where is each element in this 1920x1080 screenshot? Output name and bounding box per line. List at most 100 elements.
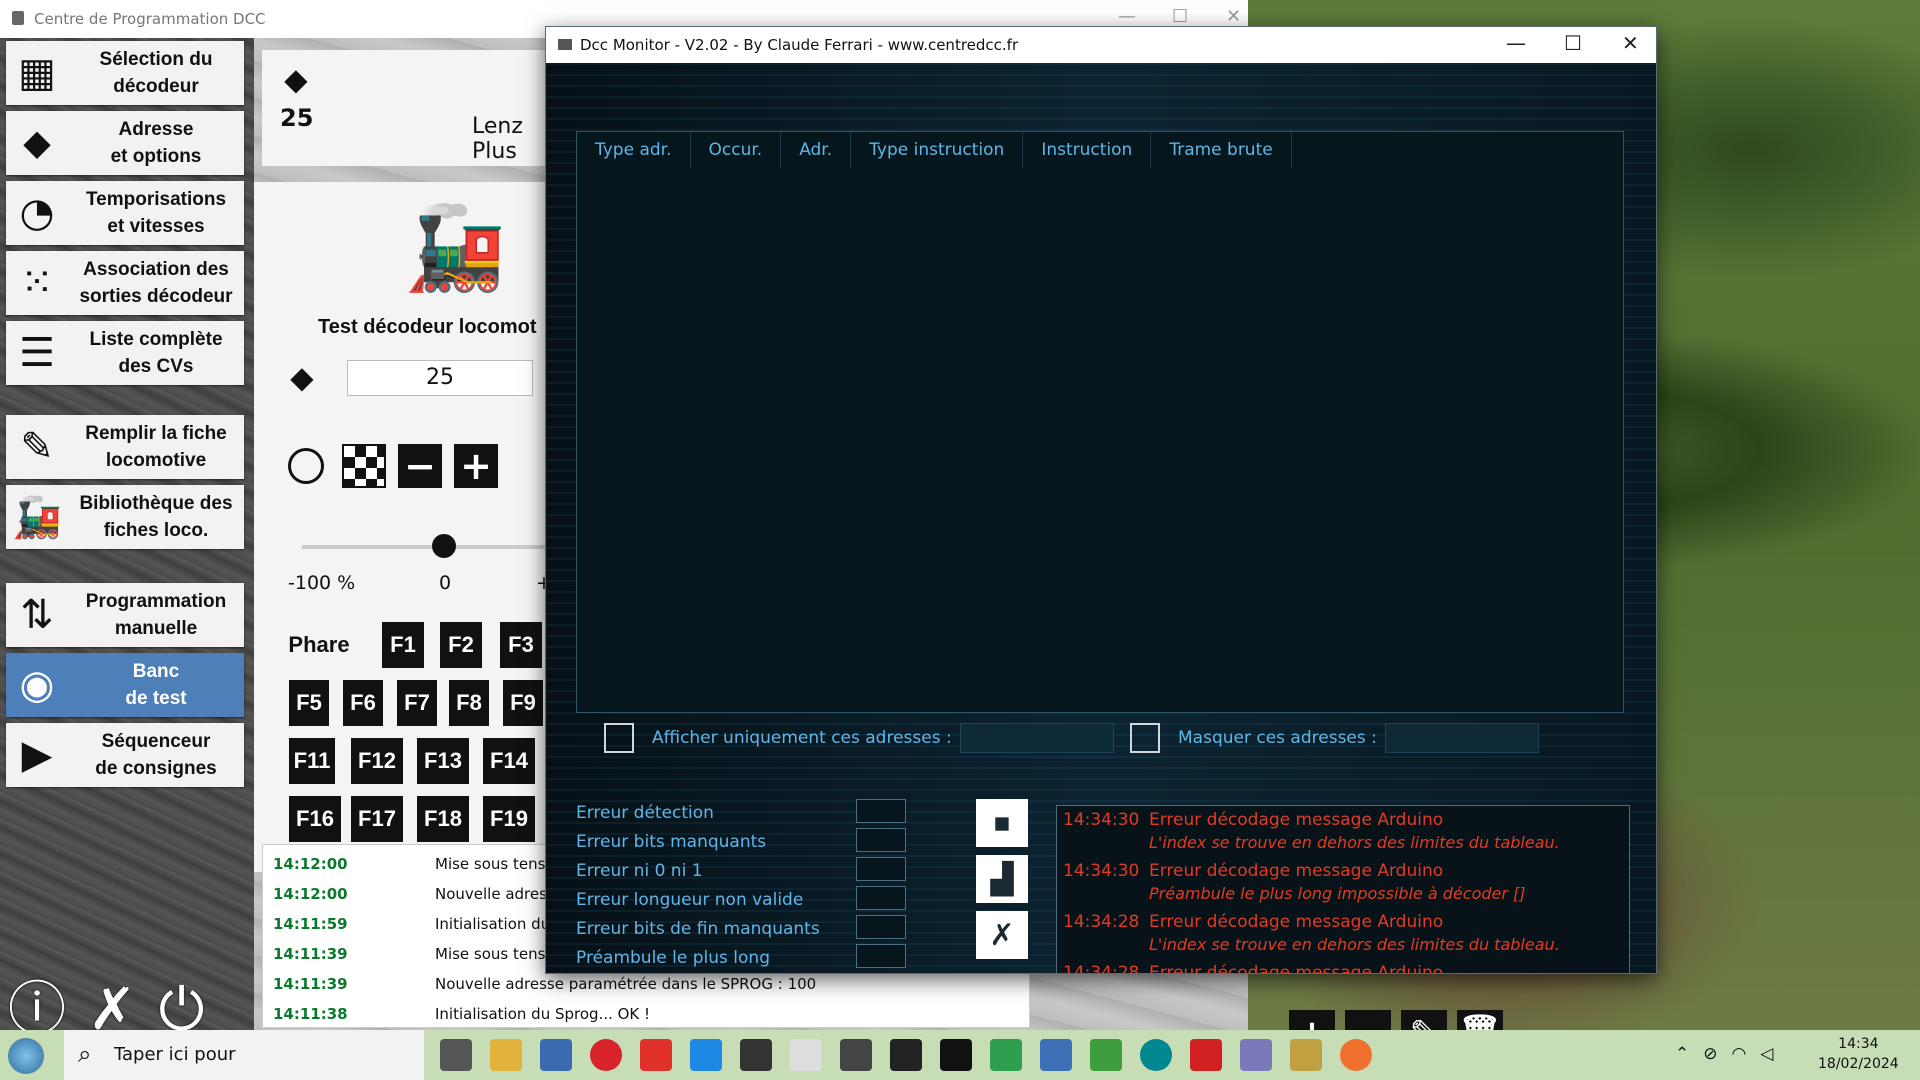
hide-input[interactable]: [1384, 723, 1539, 753]
column-header[interactable]: Trame brute: [1151, 132, 1292, 168]
locomotive-icon: 🚂: [404, 201, 507, 296]
checker-icon[interactable]: [342, 444, 386, 488]
chip-app-icon[interactable]: [890, 1039, 922, 1071]
opera-icon[interactable]: [590, 1039, 622, 1071]
nav-loco-sheet[interactable]: ✎ Remplir la fiche locomotive: [6, 415, 244, 479]
volume-icon[interactable]: ◁: [1760, 1044, 1773, 1064]
function-button[interactable]: F9: [503, 680, 543, 726]
app-icon[interactable]: [640, 1039, 672, 1071]
function-button[interactable]: F18: [417, 796, 469, 842]
function-button[interactable]: F1: [382, 622, 424, 668]
gauge-icon: ◉: [19, 662, 55, 708]
function-button[interactable]: F5: [289, 680, 329, 726]
function-button[interactable]: F14: [483, 738, 535, 784]
taskbar-apps: [440, 1039, 1372, 1071]
settings-button[interactable]: ✗: [976, 911, 1028, 959]
column-header[interactable]: Instruction: [1023, 132, 1152, 168]
function-button[interactable]: F13: [417, 738, 469, 784]
minimize-button[interactable]: —: [1118, 6, 1136, 27]
list-icon: ☰: [19, 330, 55, 376]
system-tray: ⌃ ⊘ ◠ ◁: [1675, 1044, 1773, 1064]
function-button[interactable]: F2: [440, 622, 482, 668]
current-address: 25: [280, 104, 314, 132]
show-only-input[interactable]: [959, 723, 1114, 753]
app-icon[interactable]: [1290, 1039, 1322, 1071]
show-only-checkbox[interactable]: [604, 723, 634, 753]
column-header[interactable]: Type adr.: [577, 132, 691, 168]
nav-test-bench[interactable]: ◉ Banc de test: [6, 653, 244, 717]
nav-manual-programming[interactable]: ⇅ Programmation manuelle: [6, 583, 244, 647]
task-view-icon[interactable]: [440, 1039, 472, 1071]
column-header[interactable]: Adr.: [781, 132, 852, 168]
app-icon[interactable]: [1040, 1039, 1072, 1071]
function-button[interactable]: F19: [483, 796, 535, 842]
hide-checkbox[interactable]: [1130, 723, 1160, 753]
start-button[interactable]: [8, 1038, 44, 1074]
message-log[interactable]: 14:34:30 Erreur décodage message Arduino …: [1056, 805, 1630, 973]
app-icon[interactable]: [690, 1039, 722, 1071]
app-icon[interactable]: [1190, 1039, 1222, 1071]
speed-slider-track[interactable]: [302, 545, 552, 549]
function-button[interactable]: F8: [449, 680, 489, 726]
packet-grid[interactable]: Type adr. Occur. Adr. Type instruction I…: [576, 131, 1624, 713]
taskbar-search[interactable]: ⌕ Taper ici pour: [64, 1030, 424, 1080]
control-row: − +: [288, 444, 498, 488]
plus-button[interactable]: +: [454, 444, 498, 488]
minus-button[interactable]: −: [398, 444, 442, 488]
monitor-title: Dcc Monitor - V2.02 - By Claude Ferrari …: [580, 36, 1019, 54]
nav-loco-library[interactable]: 🚂 Bibliothèque des fiches loco.: [6, 485, 244, 549]
column-header[interactable]: Occur.: [691, 132, 782, 168]
hide-filter: Masquer ces adresses :: [1130, 723, 1539, 753]
wifi-icon[interactable]: ◠: [1732, 1044, 1747, 1064]
nav-cv-list[interactable]: ☰ Liste complète des CVs: [6, 321, 244, 385]
app-icon[interactable]: [1340, 1039, 1372, 1071]
maximize-button[interactable]: ☐: [1172, 6, 1188, 27]
address-input[interactable]: 25: [347, 360, 533, 396]
speed-slider-handle[interactable]: [432, 534, 456, 558]
app-icon[interactable]: [1240, 1039, 1272, 1071]
spreadsheet-icon[interactable]: [990, 1039, 1022, 1071]
nav-sequencer[interactable]: ▶ Séquenceur de consignes: [6, 723, 244, 787]
app-icon[interactable]: [540, 1039, 572, 1071]
function-button[interactable]: F6: [343, 680, 383, 726]
error-counter-box: [856, 828, 906, 852]
clock-time: 14:34: [1838, 1036, 1879, 1052]
error-counter-box: [856, 915, 906, 939]
function-button[interactable]: F12: [351, 738, 403, 784]
error-counter-box: [856, 944, 906, 968]
error-label: Erreur ni 0 ni 1: [576, 861, 703, 881]
column-header[interactable]: Type instruction: [851, 132, 1024, 168]
stop-icon: ⏹: [994, 805, 1010, 841]
minimize-button[interactable]: —: [1506, 31, 1526, 55]
chevron-up-icon[interactable]: ⌃: [1675, 1044, 1689, 1064]
function-button[interactable]: F11: [289, 738, 335, 784]
function-button-phare[interactable]: Phare: [284, 622, 354, 668]
stats-button[interactable]: ▟: [976, 855, 1028, 903]
clock[interactable]: 14:34 18/02/2024: [1818, 1034, 1899, 1074]
wheel-icon[interactable]: [288, 448, 324, 484]
nav-timings-speeds[interactable]: ◔ Temporisations et vitesses: [6, 181, 244, 245]
file-explorer-icon[interactable]: [490, 1039, 522, 1071]
train-app-icon[interactable]: [840, 1039, 872, 1071]
nav-output-mapping[interactable]: ⁙ Association des sorties décodeur: [6, 251, 244, 315]
close-button[interactable]: ✕: [1622, 31, 1639, 55]
search-icon: ⌕: [78, 1040, 92, 1068]
app-icon: [12, 11, 24, 25]
function-button[interactable]: F16: [289, 796, 341, 842]
close-button[interactable]: ✕: [1226, 6, 1241, 27]
network-icon[interactable]: ⊘: [1703, 1044, 1717, 1064]
function-button[interactable]: F17: [351, 796, 403, 842]
maximize-button[interactable]: ☐: [1564, 31, 1582, 55]
app-icon[interactable]: [740, 1039, 772, 1071]
nav-address-options[interactable]: ⬥ Adresse et options: [6, 111, 244, 175]
search-placeholder: Taper ici pour: [114, 1044, 236, 1065]
nav-decoder-selection[interactable]: ▦ Sélection du décodeur: [6, 41, 244, 105]
arduino-icon[interactable]: [1140, 1039, 1172, 1071]
function-button[interactable]: F3: [500, 622, 542, 668]
app-icon[interactable]: [1090, 1039, 1122, 1071]
function-button[interactable]: F7: [397, 680, 437, 726]
stop-button[interactable]: ⏹: [976, 799, 1028, 847]
error-label: Erreur bits manquants: [576, 832, 767, 852]
app-icon[interactable]: [790, 1039, 822, 1071]
dcc-monitor-app-icon[interactable]: [940, 1039, 972, 1071]
